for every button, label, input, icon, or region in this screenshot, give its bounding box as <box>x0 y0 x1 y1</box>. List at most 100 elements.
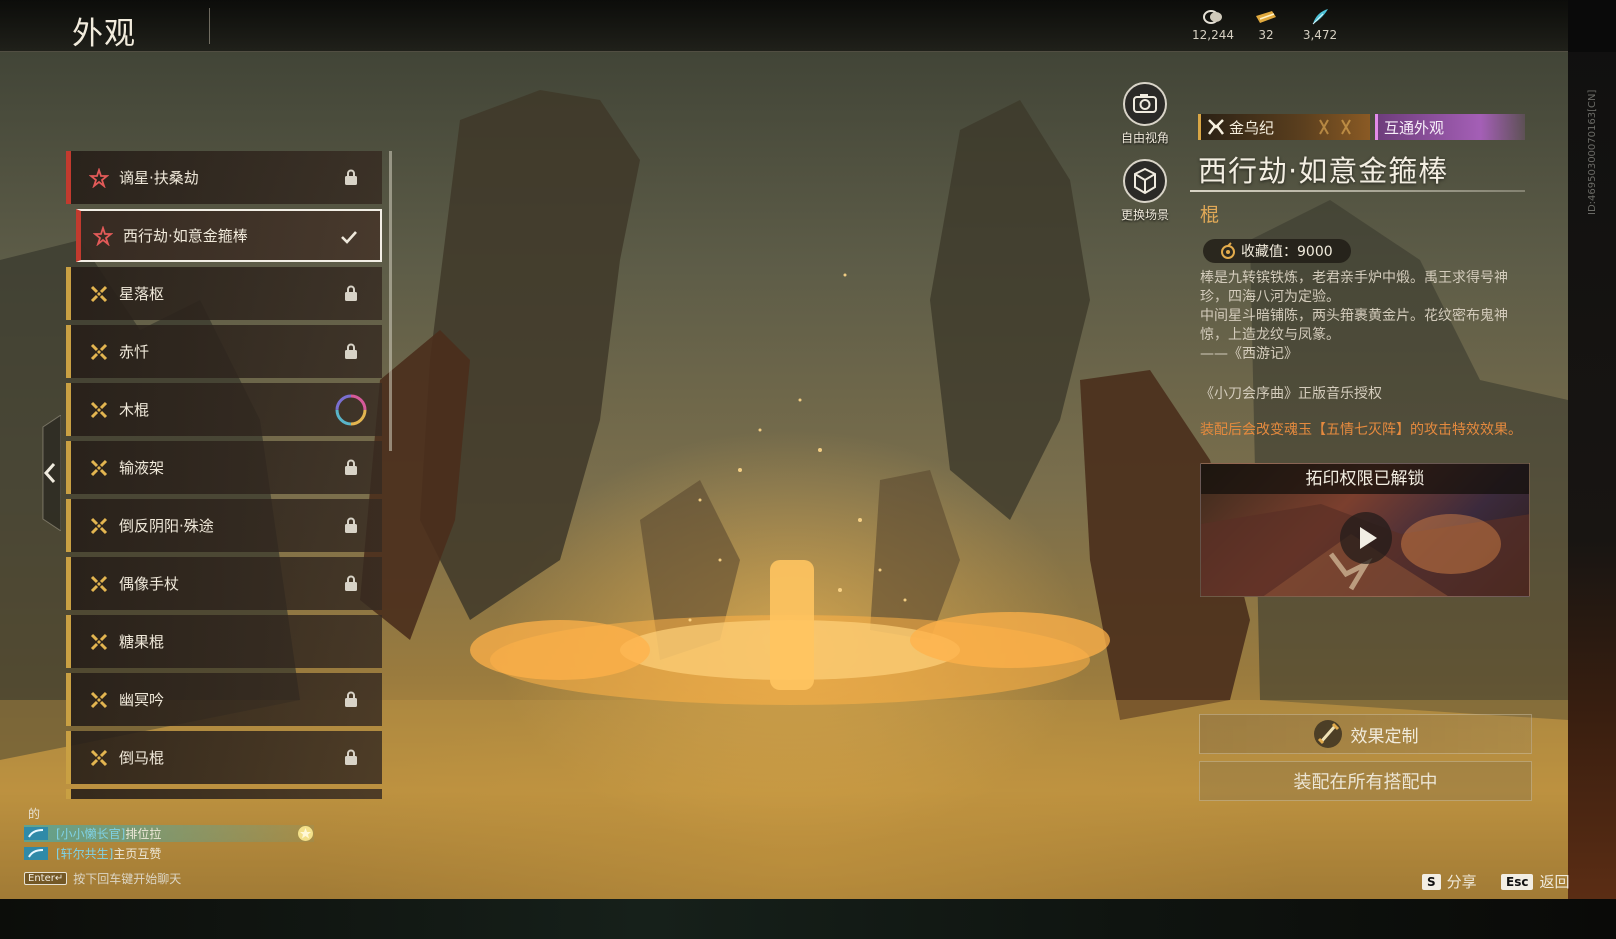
list-item[interactable]: 倒马棍 <box>66 731 382 784</box>
list-item-label: 倒马棍 <box>119 749 165 767</box>
unlock-title: 拓印权限已解锁 <box>1201 464 1529 494</box>
cross-rarity-icon <box>90 285 108 302</box>
feather-value: 3,472 <box>1302 28 1338 42</box>
chat-panel: 的 [小小懒长官] 排位拉 [轩尔共生] 主页互赞 Enter↵ 按下回车键开始… <box>24 805 324 887</box>
effect-customize-button[interactable]: 效果定制 <box>1199 714 1532 754</box>
item-tags: 金乌纪 互通外观 <box>1198 114 1528 140</box>
lock-icon <box>345 575 357 591</box>
lock-icon <box>345 749 357 765</box>
music-license: 《小刀会序曲》正版音乐授权 <box>1200 386 1382 402</box>
coin-value: 12,244 <box>1192 28 1234 42</box>
chat-message[interactable]: [小小懒长官] 排位拉 <box>24 825 314 842</box>
series-pattern-icon <box>1319 119 1351 135</box>
back-label: 返回 <box>1539 873 1570 891</box>
top-bar: 外观 12,244 32 3,472 <box>0 0 1568 52</box>
lock-icon <box>345 169 357 185</box>
chat-nick[interactable]: [小小懒长官] <box>56 825 125 842</box>
star-rarity-icon <box>93 225 113 246</box>
series-emblem-icon <box>1208 119 1224 135</box>
currency-feather: 3,472 <box>1290 8 1350 42</box>
ticket-icon <box>1256 11 1276 23</box>
lock-icon <box>345 285 357 301</box>
list-item[interactable]: 输液架 <box>66 441 382 494</box>
collapse-panel-tab[interactable] <box>37 415 61 531</box>
page-title: 外观 <box>72 16 136 52</box>
equip-all-button[interactable]: 装配在所有搭配中 <box>1199 761 1532 801</box>
chat-text: 排位拉 <box>125 827 162 841</box>
lock-icon <box>345 691 357 707</box>
list-item[interactable] <box>66 789 382 799</box>
list-item[interactable]: 星落枢 <box>66 267 382 320</box>
collection-value-badge: 收藏值：9000 <box>1203 239 1351 263</box>
series-tag-label: 金乌纪 <box>1229 118 1275 137</box>
list-item[interactable]: 木棍 <box>66 383 382 436</box>
list-item[interactable]: 赤忏 <box>66 325 382 378</box>
list-item[interactable]: 倒反阴阳·殊途 <box>66 499 382 552</box>
cross-rarity-icon <box>90 691 108 708</box>
free-view-button[interactable]: 自由视角 <box>1105 81 1185 146</box>
list-item[interactable]: 西行劫·如意金箍棒 <box>76 209 382 262</box>
currency-coin: 12,244 <box>1183 8 1243 42</box>
collection-value: 收藏值：9000 <box>1241 244 1333 260</box>
free-view-label: 自由视角 <box>1120 131 1169 145</box>
cross-rarity-icon <box>90 749 108 766</box>
effect-customize-label: 效果定制 <box>1350 726 1419 747</box>
item-type: 棍 <box>1200 204 1220 226</box>
top-right-background <box>1568 0 1616 52</box>
cross-rarity-icon <box>90 517 108 534</box>
cross-rarity-icon <box>90 575 108 592</box>
back-key: Esc <box>1501 873 1534 890</box>
title-underline <box>1190 190 1525 192</box>
ticket-value: 32 <box>1258 28 1274 42</box>
currency-ticket: 32 <box>1236 8 1296 42</box>
play-icon[interactable] <box>1339 511 1393 565</box>
chat-nick[interactable]: [轩尔共生] <box>56 845 113 862</box>
list-scrollbar[interactable] <box>389 151 392 451</box>
lock-icon <box>345 343 357 359</box>
chat-message[interactable]: [轩尔共生] 主页互赞 <box>24 845 324 862</box>
build-id: ID:46950300070163[CN] <box>1587 90 1598 215</box>
list-item-label: 谪星·扶桑劫 <box>119 169 199 187</box>
checkmark-icon <box>341 231 357 244</box>
description-source: ——《西游记》 <box>1200 346 1298 362</box>
list-item[interactable]: 幽冥吟 <box>66 673 382 726</box>
appearance-list: 谪星·扶桑劫西行劫·如意金箍棒星落枢赤忏木棍输液架倒反阴阳·殊途 偶像手杖糖果棍幽… <box>66 151 384 799</box>
title-divider <box>209 8 210 44</box>
chat-text: 主页互赞 <box>113 847 162 861</box>
list-item-label: 幽冥吟 <box>119 691 165 709</box>
item-title: 西行劫·如意金箍棒 <box>1198 154 1449 188</box>
shared-tag-label: 互通外观 <box>1384 118 1445 137</box>
staff-icon <box>1313 720 1342 748</box>
back-hotkey[interactable]: Esc 返回 <box>1501 871 1569 892</box>
list-item[interactable]: 偶像手杖 <box>66 557 382 610</box>
bottom-edge-background <box>0 899 1616 939</box>
coin-icon <box>1203 10 1222 24</box>
channel-icon <box>24 827 48 840</box>
enter-key-badge: Enter↵ <box>24 872 68 885</box>
list-item-label: 木棍 <box>119 401 150 419</box>
change-scene-button[interactable]: 更换场景 <box>1105 158 1185 223</box>
feather-icon <box>1312 9 1328 25</box>
preview-video[interactable]: 拓印权限已解锁 <box>1200 463 1530 597</box>
item-description: 棒是九转镔铁炼，老君亲手炉中煅。禹王求得号神珍，四海八河为定验。 中间星斗暗铺陈… <box>1200 269 1535 364</box>
list-item-label: 倒反阴阳·殊途 <box>119 517 214 535</box>
list-item-label: 赤忏 <box>119 343 150 361</box>
list-item[interactable]: 糖果棍 <box>66 615 382 668</box>
share-hotkey[interactable]: S 分享 <box>1422 871 1477 892</box>
description-line: 中间星斗暗铺陈，两头箝裹黄金片。花纹密布鬼神惊，上造龙纹与凤篆。 <box>1200 308 1508 343</box>
list-item-label: 偶像手杖 <box>119 575 180 593</box>
cross-rarity-icon <box>90 401 108 418</box>
star-rarity-icon <box>89 167 109 188</box>
series-tag: 金乌纪 <box>1198 114 1370 140</box>
list-item[interactable]: 谪星·扶桑劫 <box>66 151 382 204</box>
build-id-text: ID:46950300070163[CN] <box>1587 90 1598 215</box>
lock-icon <box>345 459 357 475</box>
list-item-label: 西行劫·如意金箍棒 <box>123 227 248 245</box>
chat-fragment: 的 <box>28 807 41 821</box>
list-item-label: 输液架 <box>119 459 165 477</box>
highlight-star-icon <box>298 826 313 841</box>
cross-rarity-icon <box>90 343 108 360</box>
chat-hint: Enter↵ 按下回车键开始聊天 <box>24 870 324 887</box>
list-item-label: 糖果棍 <box>119 633 165 651</box>
progress-ring-icon <box>335 394 367 426</box>
